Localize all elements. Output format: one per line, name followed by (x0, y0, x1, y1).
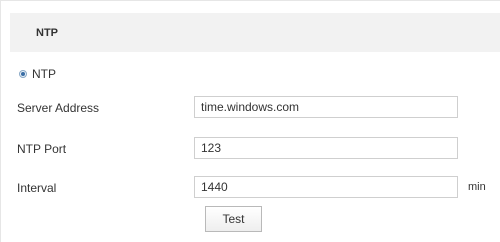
ntp-mode-radio[interactable]: NTP (19, 67, 56, 81)
radio-dot-icon (21, 72, 25, 76)
ntp-mode-label: NTP (32, 67, 56, 81)
section-header: NTP (10, 13, 500, 52)
interval-input[interactable] (194, 176, 458, 198)
ntp-settings-panel: NTP NTP Server Address NTP Port Interval… (0, 0, 500, 242)
interval-unit: min (468, 181, 486, 193)
test-button[interactable]: Test (205, 206, 262, 232)
ntp-port-label: NTP Port (17, 142, 67, 156)
radio-selected-icon[interactable] (19, 70, 27, 78)
interval-label: Interval (17, 181, 57, 195)
section-title: NTP (36, 26, 58, 39)
server-address-input[interactable] (194, 96, 458, 118)
server-address-label: Server Address (17, 101, 100, 115)
ntp-port-input[interactable] (194, 137, 458, 159)
